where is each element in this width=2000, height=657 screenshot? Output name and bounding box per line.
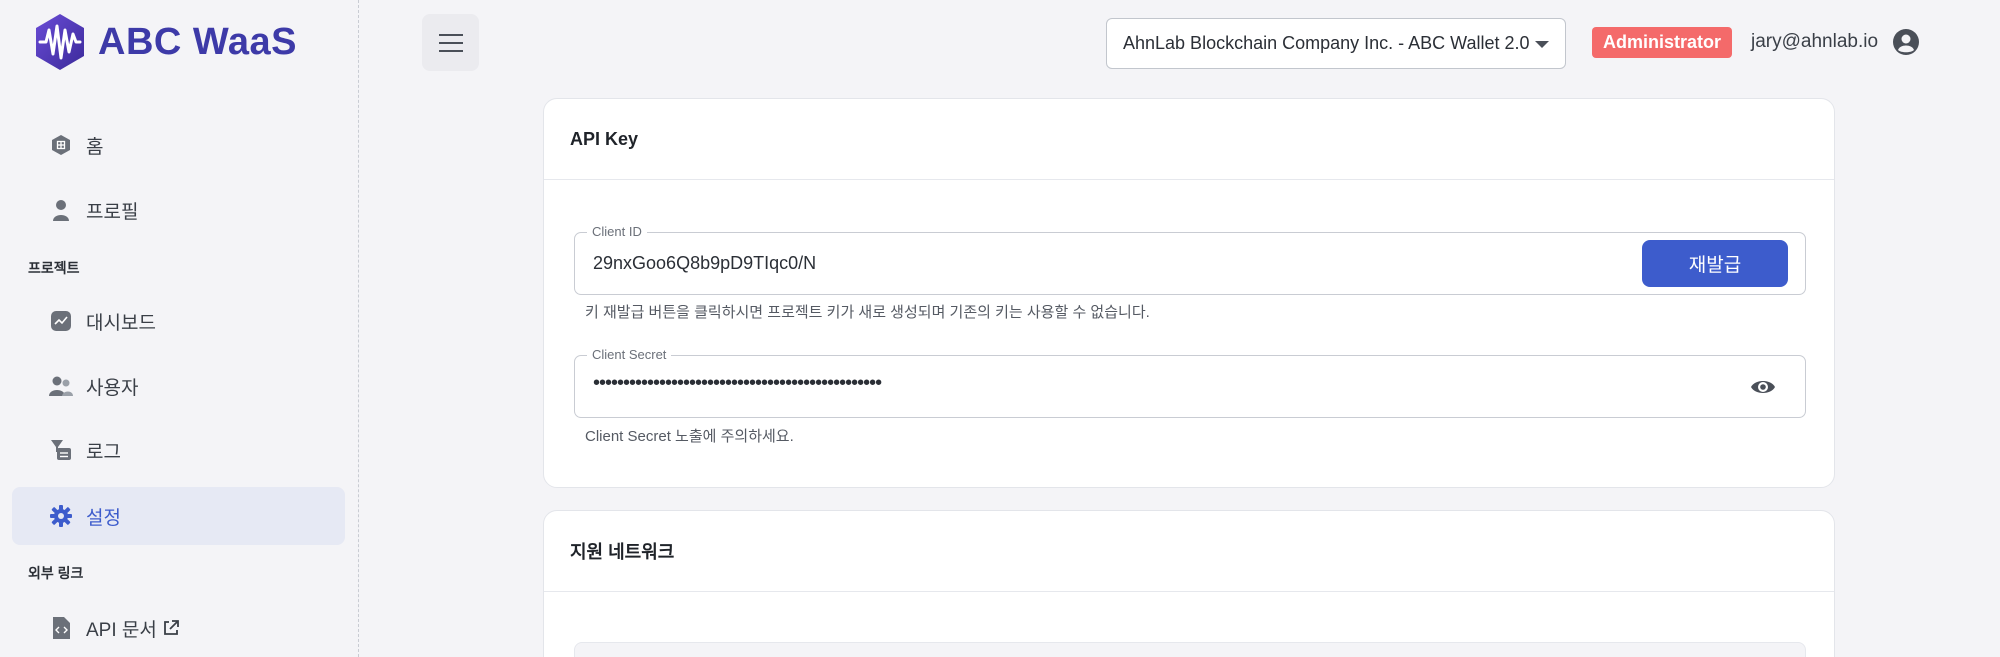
client-id-value[interactable]: 29nxGoo6Q8b9pD9TIqc0/N — [593, 253, 816, 274]
sidebar-item-label: 프로필 — [86, 201, 139, 223]
dashboard-icon — [36, 292, 86, 350]
sidebar-item-settings[interactable]: 설정 — [12, 487, 345, 545]
sidebar-item-label: 사용자 — [86, 377, 139, 399]
sidebar-item-label: 로그 — [86, 441, 121, 463]
client-secret-field[interactable]: Client Secret ••••••••••••••••••••••••••… — [574, 347, 1806, 418]
section-label-project: 프로젝트 — [28, 260, 80, 276]
client-id-label: Client ID — [587, 224, 647, 239]
client-secret-label: Client Secret — [587, 347, 672, 362]
sidebar-item-label: 설정 — [86, 507, 121, 529]
sidebar-item-label: API 문서 — [86, 619, 157, 641]
account-circle-icon[interactable] — [1892, 28, 1920, 56]
sidebar-item-dashboard[interactable]: 대시보드 — [12, 292, 345, 350]
brand-logo[interactable]: ABC WaaS — [30, 10, 297, 74]
client-secret-helper-text: Client Secret 노출에 주의하세요. — [585, 428, 794, 445]
log-icon — [36, 421, 86, 479]
sidebar-item-api-docs[interactable]: API 문서 — [12, 599, 345, 657]
sidebar-item-home[interactable]: 홈 — [12, 116, 345, 174]
gear-icon — [36, 487, 86, 545]
api-key-card-title: API Key — [544, 99, 1834, 180]
client-id-helper-text: 키 재발급 버튼을 클릭하시면 프로젝트 키가 새로 생성되며 기존의 키는 사… — [585, 304, 1150, 321]
hamburger-icon — [438, 33, 463, 52]
user-email: jary@ahnlab.io — [1751, 31, 1879, 52]
sidebar-item-profile[interactable]: 프로필 — [12, 181, 345, 239]
section-label-external-links: 외부 링크 — [28, 565, 84, 581]
chevron-down-icon — [1535, 41, 1549, 48]
sidebar-item-label: 대시보드 — [86, 312, 156, 334]
organization-select-value: AhnLab Blockchain Company Inc. - ABC Wal… — [1123, 33, 1530, 53]
api-key-card: API Key Client ID 29nxGoo6Q8b9pD9TIqc0/N… — [543, 98, 1835, 488]
users-icon — [36, 357, 86, 415]
reissue-button[interactable]: 재발급 — [1642, 240, 1788, 287]
sidebar-item-users[interactable]: 사용자 — [12, 357, 345, 415]
organization-select[interactable]: AhnLab Blockchain Company Inc. - ABC Wal… — [1106, 18, 1566, 69]
brand-name: ABC WaaS — [98, 20, 297, 63]
client-secret-value[interactable]: ••••••••••••••••••••••••••••••••••••••••… — [593, 372, 882, 395]
external-link-icon — [162, 619, 180, 642]
person-icon — [36, 181, 86, 239]
code-doc-icon — [36, 599, 86, 657]
role-badge: Administrator — [1592, 27, 1733, 58]
supported-networks-card: 지원 네트워크 — [543, 510, 1835, 657]
supported-networks-card-title: 지원 네트워크 — [544, 511, 1834, 592]
network-table-header — [574, 642, 1806, 657]
client-id-field[interactable]: Client ID 29nxGoo6Q8b9pD9TIqc0/N 재발급 — [574, 224, 1806, 295]
sidebar: ABC WaaS 홈 프로필 프로젝트 대시보드 사용자 로그 설정 외부 링크… — [0, 0, 359, 657]
hamburger-menu-button[interactable] — [422, 14, 479, 71]
eye-icon[interactable] — [1749, 373, 1777, 401]
home-icon — [36, 116, 86, 174]
sidebar-item-label: 홈 — [86, 136, 104, 158]
waveform-logo-icon — [36, 14, 84, 70]
sidebar-item-log[interactable]: 로그 — [12, 421, 345, 479]
